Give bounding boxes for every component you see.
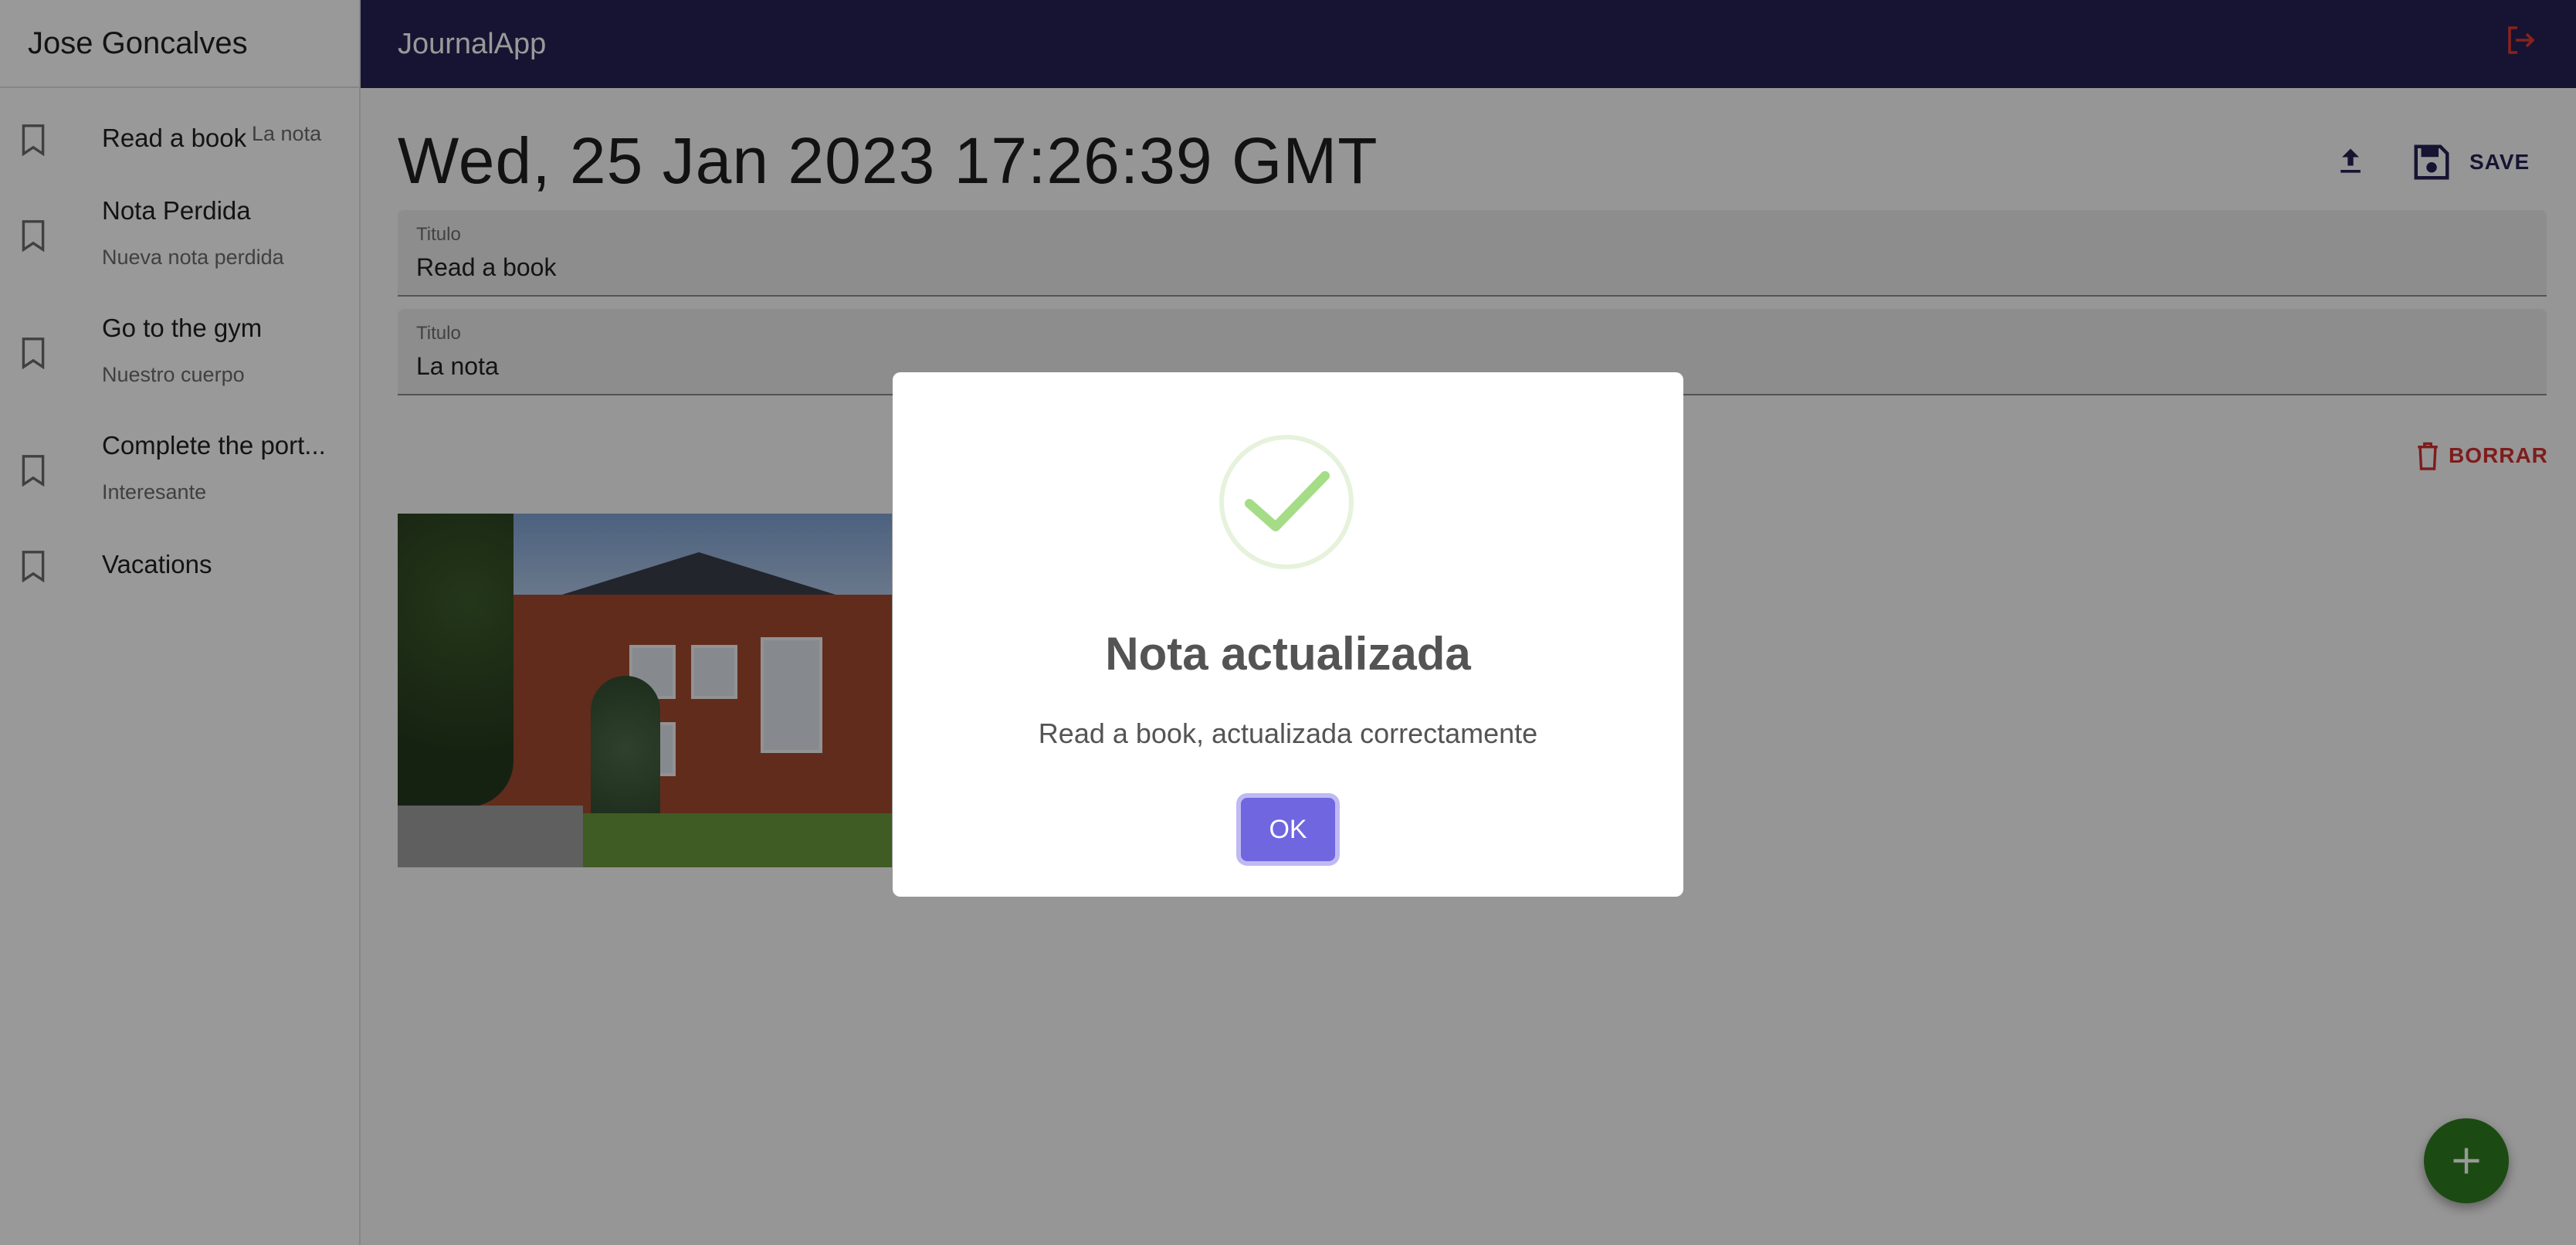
success-check-icon — [1219, 435, 1354, 569]
success-dialog: Nota actualizada Read a book, actualizad… — [893, 372, 1683, 897]
dialog-title: Nota actualizada — [1105, 628, 1471, 680]
app-root: Jose Goncalves Read a book La nota Nota … — [0, 0, 2576, 1245]
ok-button[interactable]: OK — [1241, 798, 1335, 861]
dialog-message: Read a book, actualizada correctamente — [1038, 717, 1538, 749]
